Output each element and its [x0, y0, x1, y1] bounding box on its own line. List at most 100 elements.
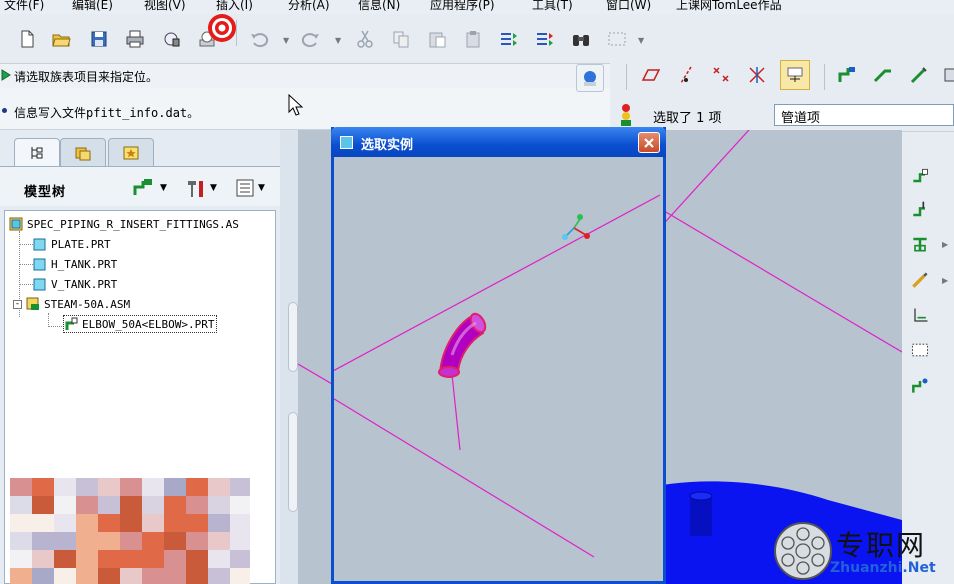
insert-fitting-icon[interactable] [906, 162, 934, 190]
mosaic-cell [186, 532, 208, 550]
mosaic-cell [10, 514, 32, 532]
send-mail-icon[interactable] [160, 28, 182, 50]
axis-y [573, 218, 581, 229]
edit-pencil-icon[interactable] [906, 266, 934, 294]
model-tree-tab-icon [31, 146, 43, 159]
mosaic-cell [54, 532, 76, 550]
corner-icon[interactable] [906, 302, 934, 330]
tree-columns-button[interactable]: ▼ [234, 177, 265, 199]
dashed-box-icon[interactable] [906, 336, 934, 364]
datum-plane-icon[interactable] [640, 64, 662, 86]
message-bullet-icon [2, 108, 7, 113]
pipe-more-icon[interactable] [940, 64, 954, 86]
tools-icon [188, 181, 203, 197]
menu-tools[interactable]: 工具(T) [532, 0, 573, 13]
pipeline-segment [450, 364, 461, 451]
dialog-titlebar[interactable]: 选取实例 [331, 127, 666, 157]
pipe-route-icon[interactable] [836, 64, 858, 86]
datum-point-icon[interactable] [710, 64, 732, 86]
splitter-handle[interactable] [288, 302, 298, 372]
pipe-extend-icon[interactable] [872, 64, 894, 86]
menu-view[interactable]: 视图(V) [144, 0, 186, 13]
tree-item-label: PLATE.PRT [51, 237, 111, 251]
mosaic-cell [230, 496, 250, 514]
mosaic-cell [10, 478, 32, 496]
message-area: 信息写入文件pfitt_info.dat。 [0, 88, 610, 130]
mosaic-cell [142, 532, 164, 550]
mosaic-cell [230, 568, 250, 584]
mosaic-cell [98, 478, 120, 496]
prompt-text: 请选取族表项目来指定位。 [14, 70, 159, 84]
pipe-info-icon[interactable] [906, 372, 934, 400]
new-file-icon[interactable] [16, 28, 38, 50]
paste-special-icon[interactable] [462, 28, 484, 50]
menu-window[interactable]: 窗口(W) [606, 0, 651, 13]
mosaic-cell [186, 550, 208, 568]
tree-settings-button[interactable]: ▼ [184, 177, 217, 199]
instance-preview[interactable] [334, 157, 663, 584]
tree-item-label: H_TANK.PRT [51, 257, 118, 271]
datum-axis-icon[interactable] [676, 64, 698, 86]
datum-display-icon[interactable] [780, 60, 810, 90]
menu-file[interactable]: 文件(F) [4, 0, 44, 13]
dialog-close-button[interactable] [638, 132, 660, 153]
prompt-arrow-icon [1, 69, 11, 81]
favorites-tab-icon [123, 146, 139, 159]
paste-icon[interactable] [426, 28, 448, 50]
tab-favorites[interactable] [108, 138, 154, 166]
tree-item-label: STEAM-50A.ASM [44, 297, 131, 311]
regeneration-manager-icon[interactable] [534, 28, 556, 50]
model-display-icon[interactable] [576, 64, 604, 92]
mosaic-cell [142, 478, 164, 496]
menu-edit[interactable]: 编辑(E) [72, 0, 113, 13]
cut-icon[interactable] [354, 28, 376, 50]
tree-item-steam-asm[interactable]: - STEAM-50A.ASM [13, 295, 130, 313]
mosaic-cell [208, 568, 230, 584]
mosaic-cell [98, 514, 120, 532]
mosaic-cell [186, 514, 208, 532]
mosaic-cell [10, 568, 32, 584]
tree-root-label: SPEC_PIPING_R_INSERT_FITTINGS.AS [27, 217, 239, 231]
tab-model-tree[interactable] [14, 138, 60, 166]
insert-tee-icon[interactable] [906, 230, 934, 258]
mosaic-cell [76, 478, 98, 496]
tree-item-v-tank[interactable]: V_TANK.PRT [33, 275, 117, 293]
tree-item-plate[interactable]: PLATE.PRT [33, 235, 111, 253]
open-folder-icon[interactable] [50, 28, 72, 50]
tree-root-assembly[interactable]: SPEC_PIPING_R_INSERT_FITTINGS.AS [9, 215, 239, 233]
selection-filter-select[interactable]: 管道项 [774, 104, 954, 126]
menu-info[interactable]: 信息(N) [358, 0, 400, 13]
find-binoculars-icon[interactable] [570, 28, 592, 50]
pipe-sketch-icon[interactable] [908, 64, 930, 86]
right-toolbar: ▶ ▶ [902, 132, 954, 584]
insert-fitting-at-icon[interactable] [906, 196, 934, 224]
panel-splitter[interactable] [280, 130, 298, 584]
tree-show-button[interactable]: ▼ [132, 177, 167, 199]
mosaic-cell [120, 496, 142, 514]
mosaic-cell [208, 514, 230, 532]
mosaic-cell [54, 478, 76, 496]
menu-analysis[interactable]: 分析(A) [288, 0, 330, 13]
copy-icon[interactable] [390, 28, 412, 50]
regenerate-model-icon[interactable] [498, 28, 520, 50]
mosaic-cell [208, 496, 230, 514]
print-icon[interactable] [124, 28, 146, 50]
mosaic-cell [164, 532, 186, 550]
select-box-icon[interactable] [606, 28, 628, 50]
elbow-fitting[interactable] [438, 311, 488, 378]
tree-item-elbow[interactable]: ELBOW_50A<ELBOW>.PRT [63, 315, 218, 333]
splitter-handle[interactable] [288, 412, 298, 512]
tab-folder-browser[interactable] [60, 138, 106, 166]
redo-icon[interactable] [300, 28, 322, 50]
mosaic-cell [142, 568, 164, 584]
coordinate-system-icon[interactable] [746, 64, 768, 86]
tank-nozzle[interactable] [690, 496, 712, 536]
part-icon [33, 278, 46, 291]
save-icon[interactable] [88, 28, 110, 50]
tree-collapse-icon[interactable]: - [13, 299, 22, 309]
mosaic-cell [230, 550, 250, 568]
selection-count: 选取了 1 项 [653, 111, 722, 126]
undo-icon[interactable] [248, 28, 270, 50]
tree-item-h-tank[interactable]: H_TANK.PRT [33, 255, 117, 273]
menu-applications[interactable]: 应用程序(P) [430, 0, 495, 13]
